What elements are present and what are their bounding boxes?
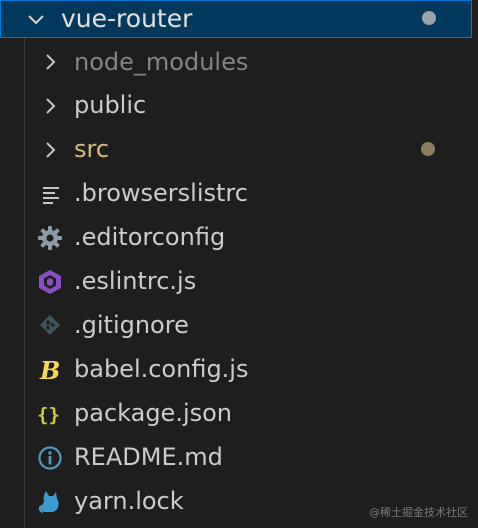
root-folder-label: vue-router [61, 4, 193, 33]
file-explorer: vue-router node_modules public src .brow… [0, 0, 478, 528]
tree-item-src[interactable]: src [0, 128, 478, 172]
tree-root-folder[interactable]: vue-router [0, 0, 472, 38]
tree-item-label: README.md [74, 443, 223, 471]
svg-text:{}: {} [37, 404, 60, 426]
git-icon [38, 313, 64, 339]
modified-dot-icon [422, 11, 436, 25]
json-braces-icon: {} [36, 400, 62, 426]
tree-item-label: public [74, 91, 147, 119]
tree-item-gitignore[interactable]: .gitignore [0, 304, 478, 348]
tree-item-label: yarn.lock [74, 487, 184, 515]
tree-item-label: babel.config.js [74, 355, 249, 383]
chevron-right-icon[interactable] [40, 51, 62, 73]
tree-item-eslintrc[interactable]: .eslintrc.js [0, 260, 478, 304]
tree-item-label: node_modules [74, 48, 249, 76]
tree-item-label: src [74, 135, 110, 163]
tree-item-label: .browserslistrc [74, 179, 248, 207]
watermark: @稀土掘金技术社区 [369, 506, 468, 519]
tree-item-node-modules[interactable]: node_modules [0, 40, 478, 84]
tree-item-package-json[interactable]: {} package.json [0, 392, 478, 436]
babel-icon: B [37, 355, 63, 385]
tree-item-editorconfig[interactable]: .editorconfig [0, 216, 478, 260]
tree-item-readme[interactable]: README.md [0, 436, 478, 480]
chevron-right-icon[interactable] [40, 139, 62, 161]
tree-item-label: .gitignore [74, 311, 189, 339]
eslint-icon [37, 269, 63, 295]
tree-item-label: .editorconfig [74, 223, 226, 251]
svg-text:B: B [39, 356, 60, 385]
chevron-right-icon[interactable] [40, 95, 62, 117]
gear-icon [37, 225, 63, 251]
tree-item-browserslistrc[interactable]: .browserslistrc [0, 172, 478, 216]
tree-item-babel-config[interactable]: B babel.config.js [0, 348, 478, 392]
chevron-down-icon[interactable] [25, 9, 47, 31]
lines-icon [38, 181, 64, 207]
tree-item-label: .eslintrc.js [74, 267, 197, 295]
info-icon [37, 445, 63, 471]
yarn-cat-icon [37, 488, 63, 514]
modified-dot-icon [421, 142, 435, 156]
tree-item-label: package.json [74, 399, 233, 427]
tree-item-public[interactable]: public [0, 84, 478, 128]
